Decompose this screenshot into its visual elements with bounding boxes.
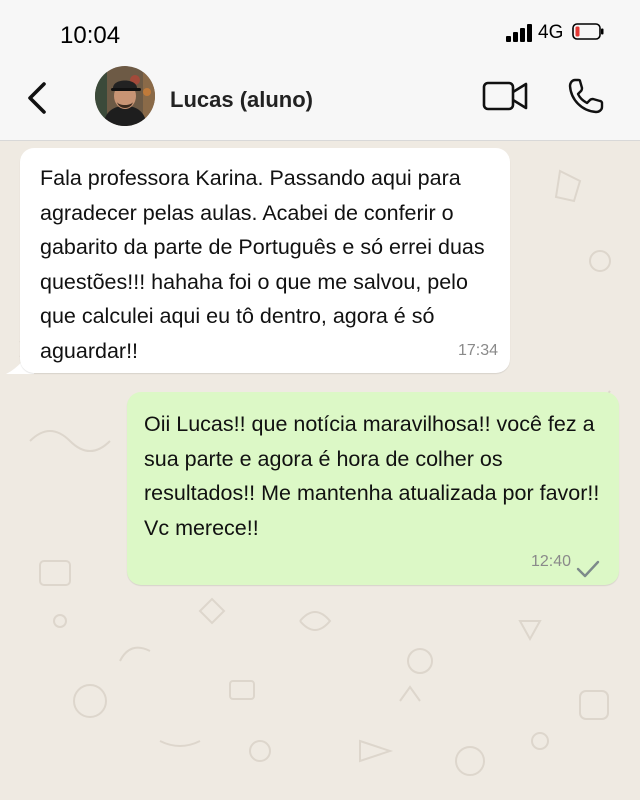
status-bar: 10:04 4G [0,0,640,62]
chevron-left-icon[interactable] [20,78,56,118]
phone-icon[interactable] [566,76,606,116]
incoming-message[interactable]: Fala professora Karina. Passando aqui pa… [20,148,510,373]
check-icon [576,560,600,578]
network-type: 4G [538,22,564,43]
status-time: 10:04 [60,22,121,49]
message-text: Oii Lucas!! que notícia maravilhosa!! vo… [144,412,600,540]
chat-header: Lucas (aluno) [0,62,640,141]
outgoing-message[interactable]: Oii Lucas!! que notícia maravilhosa!! vo… [127,392,619,585]
contact-name[interactable]: Lucas (aluno) [170,87,313,113]
message-text: Fala professora Karina. Passando aqui pa… [40,166,485,363]
avatar[interactable] [95,66,155,126]
video-camera-icon[interactable] [481,78,529,114]
battery-low-icon [572,23,604,40]
message-time: 17:34 [457,341,498,359]
message-time: 12:40 [530,552,571,570]
signal-bars-icon [506,24,534,42]
